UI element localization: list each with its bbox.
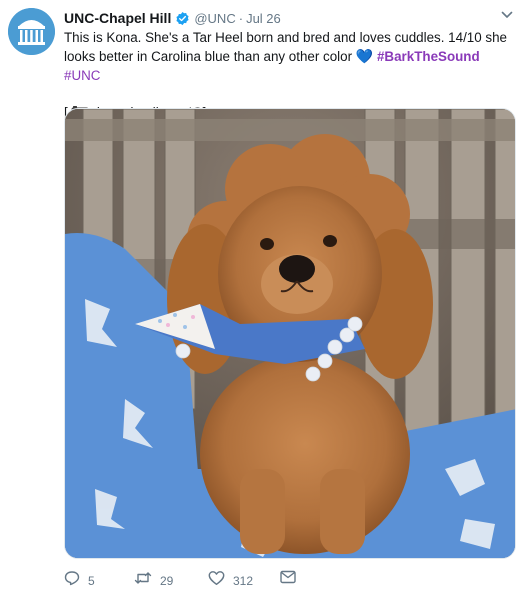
like-button[interactable]: 312 <box>208 570 253 591</box>
dog-photo-image <box>65 109 515 558</box>
avatar[interactable] <box>8 8 55 55</box>
tweet-photo[interactable] <box>64 108 516 559</box>
unc-well-logo-icon <box>8 8 55 55</box>
retweet-icon <box>134 570 152 591</box>
tweet-card[interactable]: UNC-Chapel Hill @UNC · Jul 26 This is Ko… <box>0 0 526 595</box>
hashtag-unc[interactable]: #UNC <box>64 68 100 83</box>
direct-message-button[interactable] <box>280 570 296 589</box>
reply-count: 5 <box>88 573 95 588</box>
separator-dot: · <box>238 10 244 26</box>
hashtag-barkthesound[interactable]: #BarkTheSound <box>377 49 480 64</box>
like-count: 312 <box>233 573 254 588</box>
chevron-down-icon[interactable] <box>500 8 514 22</box>
tweet-date[interactable]: Jul 26 <box>246 11 281 26</box>
retweet-count: 29 <box>160 573 174 588</box>
message-icon <box>280 570 296 589</box>
reply-icon <box>64 570 80 591</box>
verified-badge-icon <box>175 11 190 26</box>
blue-heart-emoji: 💙 <box>355 48 374 64</box>
author-handle[interactable]: @UNC <box>194 11 235 26</box>
reply-button[interactable]: 5 <box>64 570 95 591</box>
author-name[interactable]: UNC-Chapel Hill <box>64 10 171 26</box>
tweet-body: This is Kona. She's a Tar Heel born and … <box>64 28 516 85</box>
retweet-button[interactable]: 29 <box>134 570 173 591</box>
like-icon <box>208 570 225 591</box>
tweet-header: UNC-Chapel Hill @UNC · Jul 26 <box>64 9 281 27</box>
